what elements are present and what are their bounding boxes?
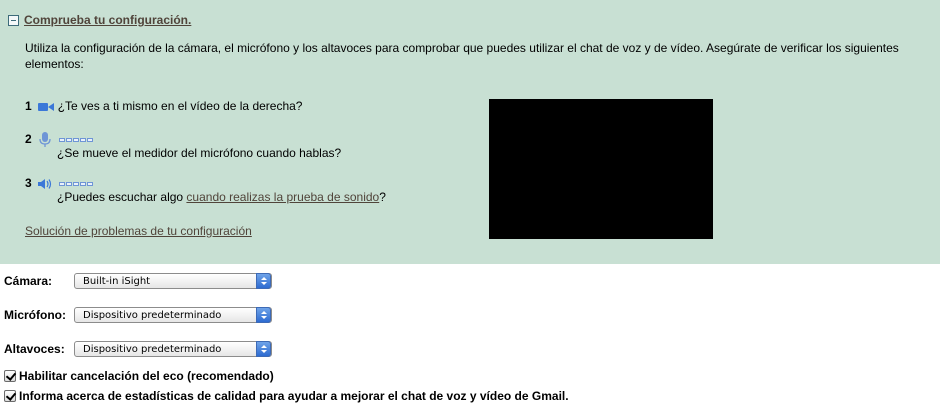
camera-select-value: Built-in iSight xyxy=(83,276,151,287)
video-preview xyxy=(489,99,713,239)
step-number: 2 xyxy=(25,132,32,146)
microphone-select-value: Dispositivo predeterminado xyxy=(83,310,222,321)
speaker-icon xyxy=(38,176,55,190)
step-1-text: ¿Te ves a ti mismo en el vídeo de la der… xyxy=(57,99,303,113)
step-number: 1 xyxy=(25,99,32,113)
microphone-icon xyxy=(38,131,55,147)
check-settings-link[interactable]: Comprueba tu configuración. xyxy=(24,13,191,27)
echo-cancel-checkbox[interactable] xyxy=(4,370,16,382)
camera-select[interactable]: Built-in iSight xyxy=(74,273,272,289)
select-arrows-icon xyxy=(256,307,271,323)
quality-stats-label: Informa acerca de estadísticas de calida… xyxy=(19,389,569,403)
echo-cancel-label: Habilitar cancelación del eco (recomenda… xyxy=(19,369,274,383)
sound-test-link[interactable]: cuando realizas la prueba de sonido xyxy=(186,190,379,204)
speakers-row: Altavoces: Dispositivo predeterminado xyxy=(4,341,272,357)
speakers-select[interactable]: Dispositivo predeterminado xyxy=(74,341,272,357)
panel-header: Comprueba tu configuración. xyxy=(8,13,191,27)
camera-row: Cámara: Built-in iSight xyxy=(4,273,272,289)
camera-label: Cámara: xyxy=(4,274,53,288)
collapse-icon[interactable] xyxy=(8,14,19,26)
speaker-level-meter xyxy=(58,181,93,186)
select-arrows-icon xyxy=(256,341,271,357)
step-number: 3 xyxy=(25,176,32,190)
step-3-text-after: ? xyxy=(379,190,386,204)
quality-stats-option: Informa acerca de estadísticas de calida… xyxy=(4,389,569,403)
microphone-level-meter xyxy=(58,137,93,142)
select-arrows-icon xyxy=(256,273,271,289)
video-camera-icon xyxy=(38,99,57,113)
speakers-select-value: Dispositivo predeterminado xyxy=(83,344,222,355)
step-2-text: ¿Se mueve el medidor del micrófono cuand… xyxy=(57,146,342,160)
step-3-text-before: ¿Puedes escuchar algo xyxy=(57,190,187,204)
step-3-text: ¿Puedes escuchar algo cuando realizas la… xyxy=(57,189,386,205)
speakers-label: Altavoces: xyxy=(4,342,65,356)
check-settings-panel: Comprueba tu configuración. Utiliza la c… xyxy=(0,0,940,264)
microphone-label: Micrófono: xyxy=(4,308,66,322)
microphone-select[interactable]: Dispositivo predeterminado xyxy=(74,307,272,323)
microphone-row: Micrófono: Dispositivo predeterminado xyxy=(4,307,272,323)
troubleshoot-link[interactable]: Solución de problemas de tu configuració… xyxy=(25,224,252,238)
step-1: 1 ¿Te ves a ti mismo en el vídeo de la d… xyxy=(25,98,302,114)
quality-stats-checkbox[interactable] xyxy=(4,390,16,402)
intro-text: Utiliza la configuración de la cámara, e… xyxy=(25,41,899,71)
echo-cancel-option: Habilitar cancelación del eco (recomenda… xyxy=(4,369,274,383)
